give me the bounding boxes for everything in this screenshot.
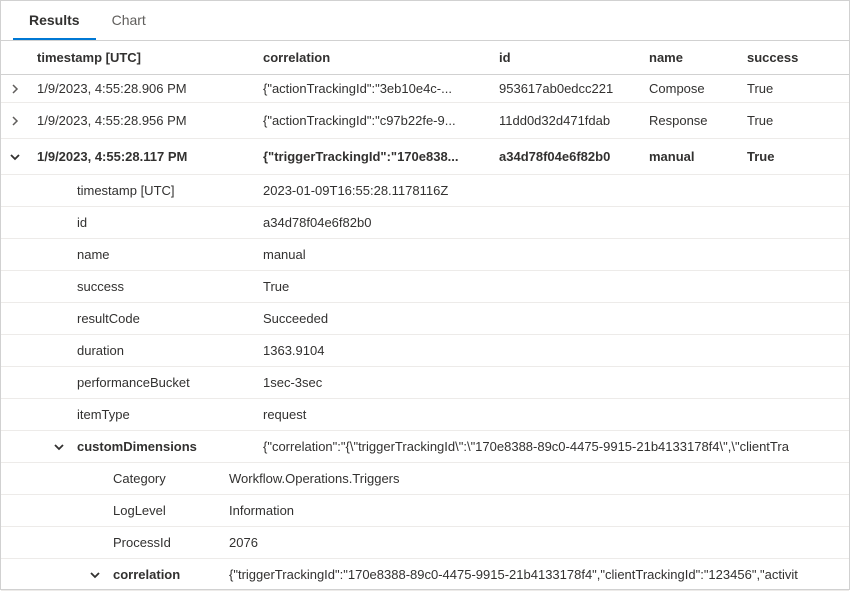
detail-row-customdimensions[interactable]: customDimensions {"correlation":"{\"trig… [1,431,849,463]
detail-value: a34d78f04e6f82b0 [255,215,849,230]
detail-row: ProcessId 2076 [1,527,849,559]
detail-row-correlation[interactable]: correlation {"triggerTrackingId":"170e83… [1,559,849,591]
detail-row: Category Workflow.Operations.Triggers [1,463,849,495]
detail-row: duration 1363.9104 [1,335,849,367]
chevron-down-icon[interactable] [1,139,29,175]
detail-value: 1363.9104 [255,343,849,358]
cell-success: True [739,113,819,128]
detail-value: {"correlation":"{\"triggerTrackingId\":\… [255,439,849,454]
table-header: timestamp [UTC] correlation id name succ… [1,41,849,75]
detail-row: resultCode Succeeded [1,303,849,335]
cell-success: True [739,81,819,96]
detail-key: name [69,247,255,262]
cell-correlation: {"actionTrackingId":"c97b22fe-9... [255,113,491,128]
cell-timestamp: 1/9/2023, 4:55:28.906 PM [29,81,255,96]
detail-value: manual [255,247,849,262]
chevron-down-icon[interactable] [49,429,69,465]
table-row[interactable]: 1/9/2023, 4:55:28.956 PM {"actionTrackin… [1,103,849,139]
header-timestamp[interactable]: timestamp [UTC] [29,50,255,65]
cell-name: Compose [641,81,739,96]
table-row[interactable]: 1/9/2023, 4:55:28.906 PM {"actionTrackin… [1,75,849,103]
detail-row: name manual [1,239,849,271]
cell-correlation: {"actionTrackingId":"3eb10e4c-... [255,81,491,96]
detail-value: Succeeded [255,311,849,326]
detail-key: customDimensions [69,439,255,454]
detail-value-correlation: {"triggerTrackingId":"170e8388-89c0-4475… [221,567,849,582]
results-body: 1/9/2023, 4:55:28.906 PM {"actionTrackin… [1,75,849,591]
table-row-expanded[interactable]: 1/9/2023, 4:55:28.117 PM {"triggerTracki… [1,139,849,175]
detail-value: 2023-01-09T16:55:28.1178116Z [255,183,849,198]
tabs: Results Chart [1,1,849,41]
detail-key: duration [69,343,255,358]
detail-value: 1sec-3sec [255,375,849,390]
detail-row: id a34d78f04e6f82b0 [1,207,849,239]
detail-key: id [69,215,255,230]
chevron-right-icon[interactable] [1,103,29,139]
detail-key: correlation [105,567,221,582]
header-id[interactable]: id [491,50,641,65]
detail-row: timestamp [UTC] 2023-01-09T16:55:28.1178… [1,175,849,207]
detail-key: success [69,279,255,294]
detail-row: itemType request [1,399,849,431]
detail-key: performanceBucket [69,375,255,390]
correlation-suffix: ,"activit [756,567,797,582]
header-name[interactable]: name [641,50,739,65]
cell-id: 11dd0d32d471fdab [491,113,641,128]
cell-id: a34d78f04e6f82b0 [491,149,641,164]
detail-value: request [255,407,849,422]
chevron-down-icon[interactable] [85,557,105,591]
detail-value: Information [221,503,849,518]
detail-key: ProcessId [105,535,221,550]
detail-row: LogLevel Information [1,495,849,527]
detail-row: performanceBucket 1sec-3sec [1,367,849,399]
detail-key: LogLevel [105,503,221,518]
header-correlation[interactable]: correlation [255,50,491,65]
detail-key: Category [105,471,221,486]
chevron-right-icon[interactable] [1,75,29,107]
detail-key: timestamp [UTC] [69,183,255,198]
detail-key: itemType [69,407,255,422]
detail-row: success True [1,271,849,303]
tab-chart[interactable]: Chart [96,4,162,40]
cell-id: 953617ab0edcc221 [491,81,641,96]
detail-value: True [255,279,849,294]
cell-timestamp: 1/9/2023, 4:55:28.956 PM [29,113,255,128]
cell-correlation: {"triggerTrackingId":"170e838... [255,149,491,164]
cell-name: manual [641,149,739,164]
detail-key: resultCode [69,311,255,326]
correlation-highlight: "clientTrackingId":"123456" [600,567,756,582]
cell-timestamp: 1/9/2023, 4:55:28.117 PM [29,149,255,164]
tab-results[interactable]: Results [13,4,96,40]
cell-name: Response [641,113,739,128]
correlation-prefix: {"triggerTrackingId":"170e8388-89c0-4475… [229,567,600,582]
cell-success: True [739,149,819,164]
detail-value: Workflow.Operations.Triggers [221,471,849,486]
header-success[interactable]: success [739,50,819,65]
detail-value: 2076 [221,535,849,550]
